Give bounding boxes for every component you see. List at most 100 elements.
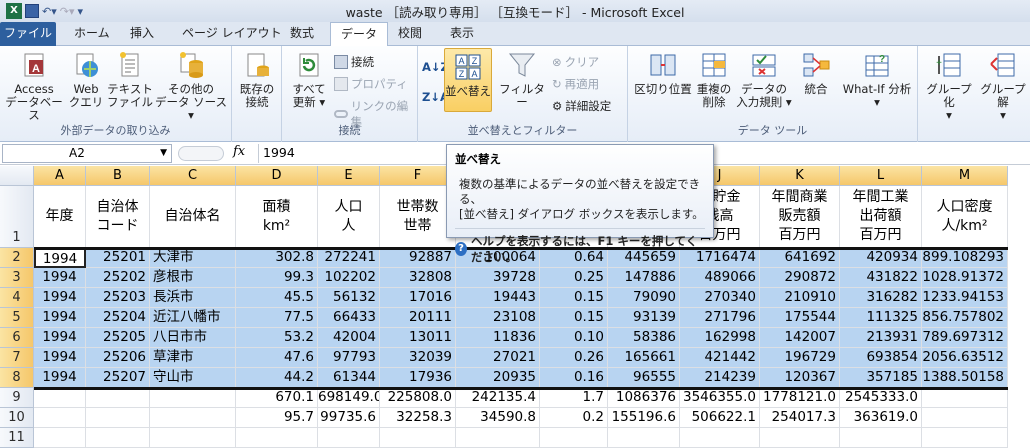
cell-a9[interactable] — [34, 388, 86, 408]
existing-connections-button[interactable]: 既存の 接続 — [234, 50, 280, 109]
column-header-d[interactable]: D — [236, 166, 318, 186]
clear-filter-button[interactable]: ⊗ クリア — [552, 54, 599, 70]
cell-d9[interactable]: 670.1 — [236, 388, 318, 408]
cell-f2[interactable]: 92887 — [380, 248, 456, 268]
cell-l6[interactable]: 213931 — [840, 328, 922, 348]
cell-d8[interactable]: 44.2 — [236, 368, 318, 388]
cell-g10[interactable]: 34590.8 — [456, 408, 540, 428]
cell-d4[interactable]: 45.5 — [236, 288, 318, 308]
cell-m9[interactable] — [922, 388, 1008, 408]
cell-i4[interactable]: 79090 — [608, 288, 680, 308]
header-cell-k[interactable]: 年間商業 販売額 百万円 — [760, 186, 840, 248]
cell-i3[interactable]: 147886 — [608, 268, 680, 288]
cell-k8[interactable]: 120367 — [760, 368, 840, 388]
row-header-7[interactable]: 7 — [0, 348, 34, 368]
column-header-b[interactable]: B — [86, 166, 150, 186]
column-header-l[interactable]: L — [840, 166, 922, 186]
cell-e9[interactable]: 698149.0 — [318, 388, 380, 408]
cell-l11[interactable] — [840, 428, 922, 448]
cell-b9[interactable] — [86, 388, 150, 408]
header-cell-m[interactable]: 人口密度 人/km² — [922, 186, 1008, 248]
cell-l4[interactable]: 316282 — [840, 288, 922, 308]
cell-a5[interactable]: 1994 — [34, 308, 86, 328]
cell-b8[interactable]: 25207 — [86, 368, 150, 388]
cell-j11[interactable] — [680, 428, 760, 448]
cell-e10[interactable]: 99735.6 — [318, 408, 380, 428]
insert-function-icon[interactable]: fx — [233, 144, 245, 159]
cell-a3[interactable]: 1994 — [34, 268, 86, 288]
column-header-a[interactable]: A — [34, 166, 86, 186]
header-cell-d[interactable]: 面積 km² — [236, 186, 318, 248]
cell-d6[interactable]: 53.2 — [236, 328, 318, 348]
cell-c3[interactable]: 彦根市 — [150, 268, 236, 288]
cell-l5[interactable]: 111325 — [840, 308, 922, 328]
cell-k9[interactable]: 1778121.0 — [760, 388, 840, 408]
connections-button[interactable]: 接続 — [334, 54, 374, 70]
row-header-11[interactable]: 11 — [0, 428, 34, 448]
cell-m8[interactable]: 1388.50158 — [922, 368, 1008, 388]
select-all-button[interactable] — [0, 166, 34, 186]
column-header-c[interactable]: C — [150, 166, 236, 186]
cell-h11[interactable] — [540, 428, 608, 448]
cell-m11[interactable] — [922, 428, 1008, 448]
refresh-all-button[interactable]: すべて 更新 ▾ — [286, 50, 332, 109]
properties-button[interactable]: プロパティ — [334, 76, 408, 92]
cell-h10[interactable]: 0.2 — [540, 408, 608, 428]
row-header-6[interactable]: 6 — [0, 328, 34, 348]
cell-k2[interactable]: 641692 — [760, 248, 840, 268]
cell-c5[interactable]: 近江八幡市 — [150, 308, 236, 328]
remove-duplicates-button[interactable]: 重複の 削除 — [694, 50, 734, 109]
cell-k10[interactable]: 254017.3 — [760, 408, 840, 428]
cell-b4[interactable]: 25203 — [86, 288, 150, 308]
column-header-k[interactable]: K — [760, 166, 840, 186]
cell-f7[interactable]: 32039 — [380, 348, 456, 368]
cell-h6[interactable]: 0.10 — [540, 328, 608, 348]
cell-c4[interactable]: 長浜市 — [150, 288, 236, 308]
cell-i6[interactable]: 58386 — [608, 328, 680, 348]
cell-d11[interactable] — [236, 428, 318, 448]
cell-f8[interactable]: 17936 — [380, 368, 456, 388]
header-cell-e[interactable]: 人口人 — [318, 186, 380, 248]
header-cell-a[interactable]: 年度 — [34, 186, 86, 248]
cell-j3[interactable]: 489066 — [680, 268, 760, 288]
cell-c8[interactable]: 守山市 — [150, 368, 236, 388]
advanced-filter-button[interactable]: ⚙ 詳細設定 — [552, 98, 611, 114]
cell-l7[interactable]: 693854 — [840, 348, 922, 368]
cell-h8[interactable]: 0.16 — [540, 368, 608, 388]
tab-formulas[interactable]: 数式 — [280, 22, 324, 46]
cell-f3[interactable]: 32808 — [380, 268, 456, 288]
cell-a6[interactable]: 1994 — [34, 328, 86, 348]
cell-b2[interactable]: 25201 — [86, 248, 150, 268]
consolidate-button[interactable]: 統合 — [796, 50, 836, 96]
header-cell-b[interactable]: 自治体 コード — [86, 186, 150, 248]
cell-j6[interactable]: 162998 — [680, 328, 760, 348]
cell-m6[interactable]: 789.697312 — [922, 328, 1008, 348]
formula-bar-resize-handle[interactable] — [178, 146, 224, 161]
cell-c7[interactable]: 草津市 — [150, 348, 236, 368]
cell-l10[interactable]: 363619.0 — [840, 408, 922, 428]
row-header-2[interactable]: 2 — [0, 248, 34, 268]
cell-b6[interactable]: 25205 — [86, 328, 150, 348]
cell-c10[interactable] — [150, 408, 236, 428]
web-query-button[interactable]: Web クエリ — [66, 50, 106, 109]
row-header-10[interactable]: 10 — [0, 408, 34, 428]
cell-e8[interactable]: 61344 — [318, 368, 380, 388]
cell-m3[interactable]: 1028.91372 — [922, 268, 1008, 288]
row-header-4[interactable]: 4 — [0, 288, 34, 308]
cell-h7[interactable]: 0.26 — [540, 348, 608, 368]
cell-i8[interactable]: 96555 — [608, 368, 680, 388]
ungroup-button[interactable]: グループ解 ▾ — [976, 50, 1030, 122]
cell-a11[interactable] — [34, 428, 86, 448]
cell-j4[interactable]: 270340 — [680, 288, 760, 308]
cell-m5[interactable]: 856.757802 — [922, 308, 1008, 328]
cell-f6[interactable]: 13011 — [380, 328, 456, 348]
data-validation-button[interactable]: データの 入力規則 ▾ — [734, 50, 794, 109]
cell-j9[interactable]: 3546355.0 — [680, 388, 760, 408]
cell-k5[interactable]: 175544 — [760, 308, 840, 328]
cell-m4[interactable]: 1233.94153 — [922, 288, 1008, 308]
cell-m10[interactable] — [922, 408, 1008, 428]
access-button[interactable]: A Access データベース — [2, 50, 66, 122]
cell-g5[interactable]: 23108 — [456, 308, 540, 328]
column-header-e[interactable]: E — [318, 166, 380, 186]
cell-e11[interactable] — [318, 428, 380, 448]
